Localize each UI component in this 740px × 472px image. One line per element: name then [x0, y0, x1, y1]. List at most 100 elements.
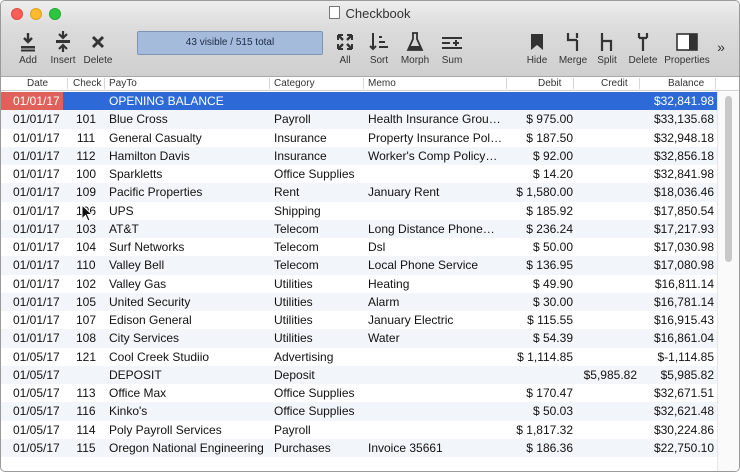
- table-row[interactable]: 01/01/17 111 General Casualty Insurance Prop…: [1, 129, 717, 147]
- table-row[interactable]: 01/05/17 114 Poly Payroll Services Payroll $…: [1, 421, 717, 439]
- toolbar: Add Insert Delete 43 visible / 515 total…: [1, 27, 739, 77]
- add-label: Add: [19, 55, 37, 66]
- sort-icon: [365, 27, 393, 55]
- split-label: Split: [597, 55, 617, 66]
- cell-debit: $ 170.47: [526, 386, 573, 400]
- table-row[interactable]: 01/01/17 103 AT&T Telecom Long Distance Phon…: [1, 219, 717, 238]
- column-header-payto[interactable]: PayTo: [109, 77, 137, 90]
- cell-debit: $ 1,114.85: [517, 349, 573, 364]
- table-row[interactable]: 01/01/17 108 City Services Utilities Water $ …: [1, 329, 717, 348]
- properties-panel-icon: [663, 27, 711, 55]
- column-header-debit[interactable]: Debit: [538, 77, 561, 90]
- cell-debit: $ 92.00: [532, 148, 573, 163]
- sort-button[interactable]: Sort: [365, 27, 393, 76]
- scrollbar-thumb[interactable]: [725, 96, 732, 262]
- cell-debit: $ 30.00: [532, 294, 573, 309]
- cell-balance: $5,985.82: [660, 367, 714, 382]
- split-button[interactable]: Split: [593, 27, 621, 76]
- cell-date: 01/01/17: [1, 92, 63, 110]
- insert-label: Insert: [50, 55, 76, 66]
- table-row[interactable]: 01/01/17 104 Surf Networks Telecom Dsl $ 50.0…: [1, 238, 717, 256]
- delete-column-label: Delete: [628, 55, 658, 66]
- table-row[interactable]: 01/01/17 100 Sparkletts Office Supplies $ 14…: [1, 165, 717, 183]
- cell-balance: $32,841.98: [653, 167, 714, 181]
- column-header-category[interactable]: Category: [274, 77, 315, 90]
- all-button[interactable]: All: [331, 27, 359, 76]
- cell-balance: $18,036.46: [653, 185, 714, 200]
- cell-payto: City Services: [109, 331, 180, 346]
- cell-category: Advertising: [274, 349, 334, 364]
- table-row[interactable]: 01/01/17 107 Edison General Utilities Januar…: [1, 311, 717, 329]
- cell-memo: Heating: [368, 276, 410, 291]
- cell-memo: Water: [368, 331, 400, 346]
- transactions-table: 01/01/17 OPENING BALANCE $32,841.98 01/01/1…: [1, 92, 717, 457]
- cell-date: 01/05/17: [13, 422, 60, 437]
- cell-balance: $17,850.54: [653, 203, 714, 218]
- toolbar-overflow-button[interactable]: »: [713, 27, 729, 76]
- cell-payto: DEPOSIT: [109, 367, 162, 382]
- insert-row-icon: [46, 27, 80, 55]
- cell-memo: Local Phone Service: [368, 258, 479, 273]
- sum-button[interactable]: Sum: [437, 27, 467, 76]
- cell-category: Insurance: [274, 148, 327, 163]
- cell-debit: $ 975.00: [526, 112, 573, 127]
- table-row[interactable]: 01/01/17106UPSShipping$ 185.92$17,850.54: [1, 202, 717, 220]
- table-row[interactable]: 01/05/17 116 Kinko's Office Supplies $ 50.03…: [1, 402, 717, 421]
- add-button[interactable]: Add: [11, 27, 45, 76]
- cell-category: Utilities: [274, 331, 313, 346]
- insert-button[interactable]: Insert: [46, 27, 80, 76]
- column-header-balance[interactable]: Balance: [668, 77, 704, 90]
- cell-debit: $ 54.39: [532, 331, 573, 346]
- all-label: All: [339, 55, 351, 66]
- cell-category: Office Supplies: [274, 386, 355, 400]
- table-row[interactable]: 01/01/17 102 Valley Gas Utilities Heating $ 4…: [1, 275, 717, 293]
- column-header-check[interactable]: Check: [73, 77, 101, 90]
- cell-balance: $22,750.10: [653, 440, 714, 455]
- table-row[interactable]: 01/01/17 101 Blue Cross Payroll Health Insur…: [1, 110, 717, 129]
- split-icon: [593, 27, 621, 55]
- table-row[interactable]: 01/01/17 109 Pacific Properties Rent January…: [1, 183, 717, 202]
- column-header-credit[interactable]: Credit: [601, 77, 628, 90]
- cell-check: 112: [76, 148, 96, 163]
- cell-balance: $16,781.14: [653, 294, 714, 309]
- cell-date: 01/05/17: [13, 440, 60, 455]
- table-row[interactable]: 01/05/17 113 Office Max Office Supplies $ 17…: [1, 384, 717, 402]
- table-row[interactable]: 01/01/17 105 United Security Utilities Alarm…: [1, 292, 717, 311]
- column-header-memo[interactable]: Memo: [368, 77, 396, 90]
- table-row[interactable]: 01/05/17 121 Cool Creek Studiio Advertising…: [1, 348, 717, 366]
- cell-payto: Pacific Properties: [109, 185, 203, 200]
- cell-date: 01/01/17: [13, 167, 60, 181]
- cell-payto: Kinko's: [109, 404, 148, 419]
- cell-balance: $-1,114.85: [657, 349, 715, 364]
- cell-payto: General Casualty: [109, 130, 202, 145]
- properties-button[interactable]: Properties: [663, 27, 711, 76]
- hide-button[interactable]: Hide: [523, 27, 551, 76]
- vertical-scrollbar[interactable]: [717, 92, 739, 471]
- table-row[interactable]: 01/05/17 DEPOSIT Deposit $5,985.82 $5,985.82: [1, 365, 717, 384]
- cell-memo: Long Distance Phone…: [368, 221, 495, 236]
- cell-payto: Oregon National Engineering: [109, 440, 264, 455]
- cell-debit: $ 50.00: [532, 240, 573, 254]
- cell-check: 103: [75, 221, 97, 236]
- cell-debit: $ 186.36: [526, 440, 573, 455]
- record-count-status: 43 visible / 515 total: [137, 31, 323, 55]
- cell-date: 01/05/17: [13, 349, 60, 364]
- cell-category: Telecom: [274, 258, 319, 273]
- cell-memo: Alarm: [368, 294, 400, 309]
- table-row-selected[interactable]: 01/01/17 OPENING BALANCE $32,841.98: [1, 92, 717, 111]
- delete-button[interactable]: Delete: [81, 27, 115, 76]
- delete-column-icon: [625, 27, 661, 55]
- cell-memo: January Rent: [368, 185, 440, 200]
- column-header-date[interactable]: Date: [27, 77, 48, 90]
- table-row[interactable]: 01/01/17 112 Hamilton Davis Insurance Worker…: [1, 146, 717, 165]
- delete-column-button[interactable]: Delete: [625, 27, 661, 76]
- table-row[interactable]: 01/01/17 110 Valley Bell Telecom Local Phone…: [1, 256, 717, 275]
- cell-category: Rent: [274, 185, 300, 200]
- cell-date: 01/01/17: [13, 203, 60, 218]
- cell-check: 116: [76, 404, 96, 419]
- table-row[interactable]: 01/05/17 115 Oregon National Engineering Pu…: [1, 438, 717, 457]
- merge-button[interactable]: Merge: [556, 27, 590, 76]
- cell-category: Payroll: [274, 112, 311, 127]
- cell-category: Utilities: [274, 313, 313, 327]
- morph-button[interactable]: Morph: [397, 27, 433, 76]
